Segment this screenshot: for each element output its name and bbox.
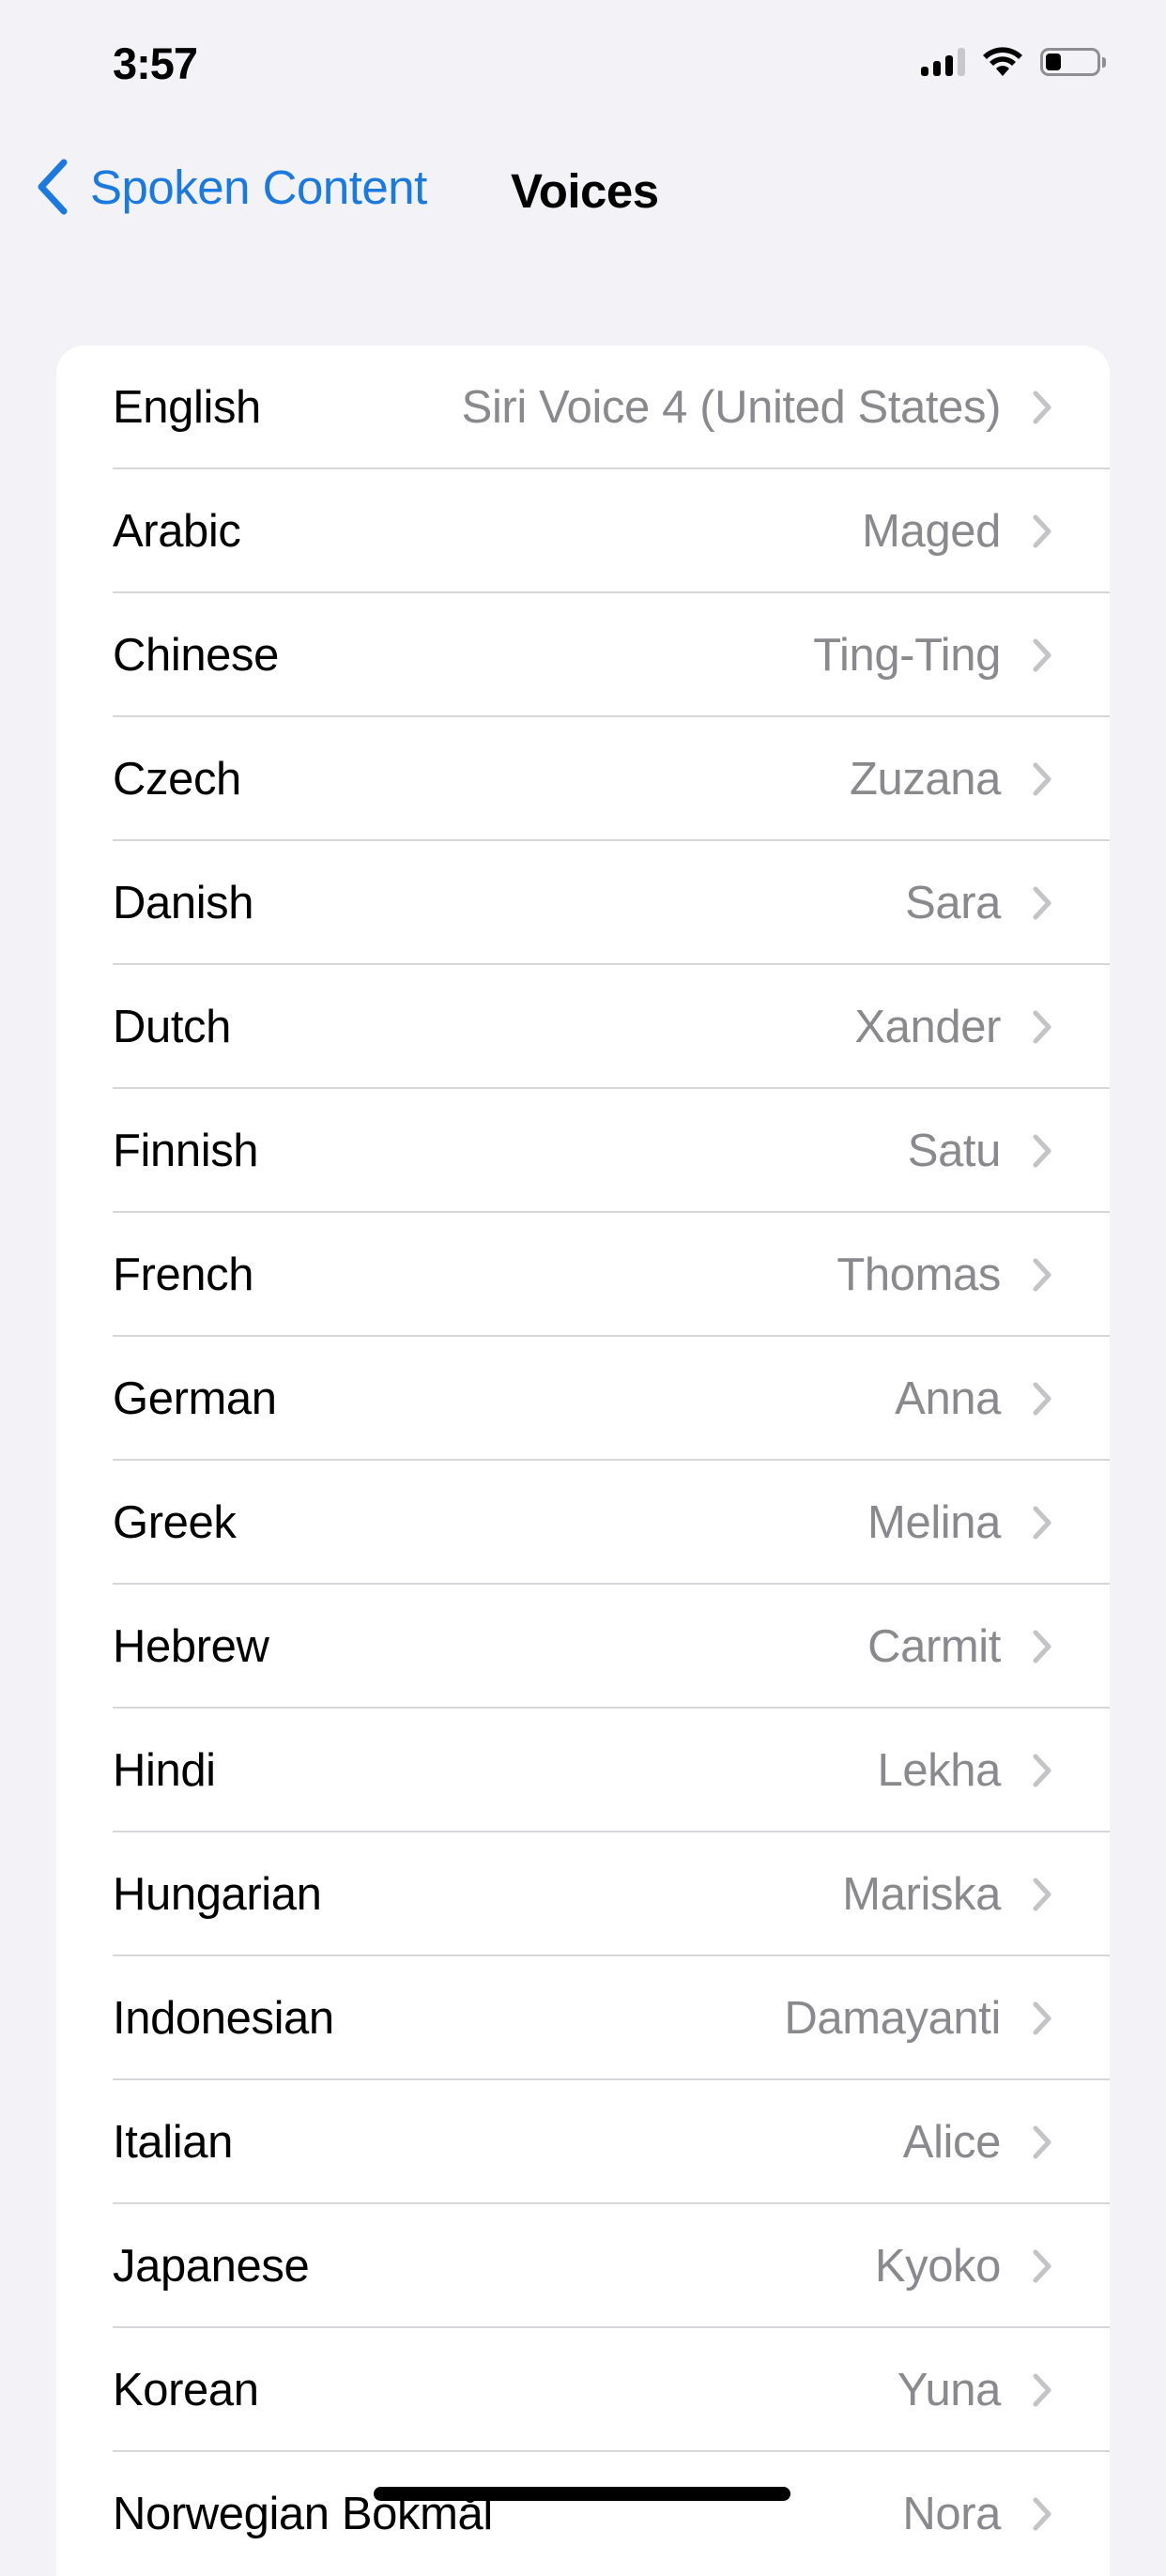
- chevron-right-icon: [1033, 1630, 1051, 1664]
- cellular-signal-icon: [921, 48, 965, 76]
- voice-value: Mariska: [842, 1869, 1001, 1920]
- voice-row-dutch[interactable]: Dutch Xander: [56, 965, 1110, 1089]
- chevron-right-icon: [1033, 1134, 1051, 1168]
- wifi-icon: [983, 47, 1022, 76]
- voice-value: Thomas: [836, 1250, 1001, 1300]
- voice-value: Carmit: [867, 1621, 1001, 1672]
- chevron-right-icon: [1033, 1754, 1051, 1787]
- chevron-right-icon: [1033, 1878, 1051, 1911]
- voice-value: Yuna: [897, 2365, 1002, 2415]
- battery-body: [1040, 48, 1100, 76]
- voice-row-finnish[interactable]: Finnish Satu: [56, 1089, 1110, 1213]
- chevron-right-icon: [1033, 762, 1051, 796]
- language-label: Hungarian: [113, 1869, 322, 1920]
- chevron-right-icon: [1033, 1010, 1051, 1044]
- language-label: Finnish: [113, 1126, 259, 1176]
- voice-value: Damayanti: [784, 1993, 1001, 2044]
- language-label: Hebrew: [113, 1621, 269, 1672]
- language-label: Arabic: [113, 506, 241, 557]
- voice-row-japanese[interactable]: Japanese Kyoko: [56, 2204, 1110, 2328]
- voice-value: Xander: [854, 1002, 1001, 1052]
- chevron-right-icon: [1033, 514, 1051, 548]
- language-label: Chinese: [113, 630, 279, 681]
- language-label: Greek: [113, 1497, 237, 1548]
- status-icons: [921, 43, 1106, 81]
- signal-bar: [958, 48, 965, 76]
- signal-bar: [921, 67, 928, 76]
- voice-value: Lekha: [877, 1745, 1001, 1796]
- voice-value: Sara: [905, 878, 1001, 928]
- language-label: English: [113, 382, 261, 433]
- chevron-right-icon: [1033, 1506, 1051, 1540]
- voice-row-hungarian[interactable]: Hungarian Mariska: [56, 1832, 1110, 1956]
- back-label: Spoken Content: [90, 160, 427, 214]
- language-label: Japanese: [113, 2241, 310, 2292]
- voice-value: Anna: [895, 1373, 1001, 1424]
- chevron-right-icon: [1033, 2125, 1051, 2159]
- back-button[interactable]: Spoken Content: [34, 158, 427, 216]
- chevron-right-icon: [1033, 1258, 1051, 1292]
- chevron-right-icon: [1033, 886, 1051, 920]
- voice-row-norwegian-bokm-l[interactable]: Norwegian Bokmål Nora: [56, 2452, 1110, 2576]
- chevron-right-icon: [1033, 1382, 1051, 1416]
- battery-fill: [1046, 54, 1061, 70]
- language-label: Indonesian: [113, 1993, 334, 2044]
- voice-row-french[interactable]: French Thomas: [56, 1213, 1110, 1337]
- voice-value: Nora: [902, 2489, 1001, 2539]
- signal-bar: [933, 61, 941, 76]
- language-label: German: [113, 1373, 277, 1424]
- voice-row-chinese[interactable]: Chinese Ting-Ting: [56, 593, 1110, 717]
- voice-value: Kyoko: [874, 2241, 1002, 2292]
- voice-value: Zuzana: [849, 754, 1001, 805]
- voice-row-czech[interactable]: Czech Zuzana: [56, 717, 1110, 841]
- status-bar: 3:57: [0, 0, 1166, 124]
- voice-row-italian[interactable]: Italian Alice: [56, 2080, 1110, 2204]
- language-label: Dutch: [113, 1002, 232, 1052]
- voice-row-hindi[interactable]: Hindi Lekha: [56, 1709, 1110, 1832]
- status-time: 3:57: [113, 38, 198, 88]
- voice-row-arabic[interactable]: Arabic Maged: [56, 469, 1110, 593]
- language-label: Hindi: [113, 1745, 216, 1796]
- voices-list: English Siri Voice 4 (United States) Arabi…: [56, 345, 1110, 2576]
- voice-row-english[interactable]: English Siri Voice 4 (United States): [56, 345, 1110, 469]
- voice-value: Alice: [902, 2117, 1002, 2168]
- chevron-left-icon: [38, 159, 68, 215]
- page-title: Voices: [511, 164, 659, 218]
- language-label: Czech: [113, 754, 241, 805]
- chevron-right-icon: [1033, 2001, 1051, 2035]
- voice-row-german[interactable]: German Anna: [56, 1337, 1110, 1461]
- voice-row-korean[interactable]: Korean Yuna: [56, 2328, 1110, 2452]
- chevron-right-icon: [1033, 638, 1051, 672]
- signal-bar: [945, 55, 953, 76]
- navigation-bar: Spoken Content Voices: [0, 141, 1166, 235]
- chevron-right-icon: [1033, 2373, 1051, 2407]
- voice-row-greek[interactable]: Greek Melina: [56, 1461, 1110, 1585]
- chevron-right-icon: [1033, 2249, 1051, 2283]
- voice-row-indonesian[interactable]: Indonesian Damayanti: [56, 1956, 1110, 2080]
- language-label: Danish: [113, 878, 254, 928]
- voice-row-danish[interactable]: Danish Sara: [56, 841, 1110, 965]
- voice-value: Siri Voice 4 (United States): [461, 382, 1002, 433]
- language-label: French: [113, 1250, 254, 1300]
- battery-icon: [1040, 47, 1106, 77]
- voice-value: Ting-Ting: [813, 630, 1001, 681]
- home-indicator[interactable]: [374, 2487, 790, 2501]
- chevron-right-icon: [1033, 2497, 1051, 2531]
- voice-value: Melina: [867, 1497, 1001, 1548]
- voice-value: Maged: [862, 506, 1001, 557]
- language-label: Italian: [113, 2117, 233, 2168]
- language-label: Korean: [113, 2365, 259, 2415]
- voice-value: Satu: [907, 1126, 1002, 1176]
- battery-cap: [1102, 56, 1106, 68]
- chevron-right-icon: [1033, 391, 1051, 424]
- voice-row-hebrew[interactable]: Hebrew Carmit: [56, 1585, 1110, 1709]
